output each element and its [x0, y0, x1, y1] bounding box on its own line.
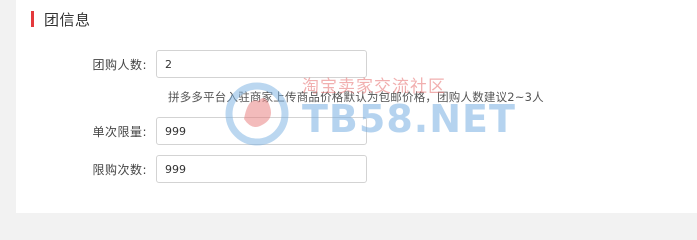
section-title: 团信息 — [44, 10, 91, 29]
purchase-limit-row: 限购次数: — [16, 155, 367, 183]
section-accent-bar — [31, 11, 34, 27]
group-size-label: 团购人数: — [92, 57, 147, 72]
single-limit-label: 单次限量: — [92, 124, 147, 139]
group-size-row: 团购人数: — [16, 50, 367, 78]
purchase-limit-label: 限购次数: — [92, 162, 147, 177]
group-size-input[interactable] — [156, 50, 367, 78]
section-header: 团信息 — [31, 9, 91, 29]
single-limit-row: 单次限量: — [16, 117, 367, 145]
purchase-limit-input[interactable] — [156, 155, 367, 183]
group-info-panel: 团信息 团购人数: 拼多多平台入驻商家上传商品价格默认为包邮价格，团购人数建议2… — [16, 0, 697, 213]
group-size-hint: 拼多多平台入驻商家上传商品价格默认为包邮价格，团购人数建议2~3人 — [168, 90, 544, 104]
single-limit-input[interactable] — [156, 117, 367, 145]
